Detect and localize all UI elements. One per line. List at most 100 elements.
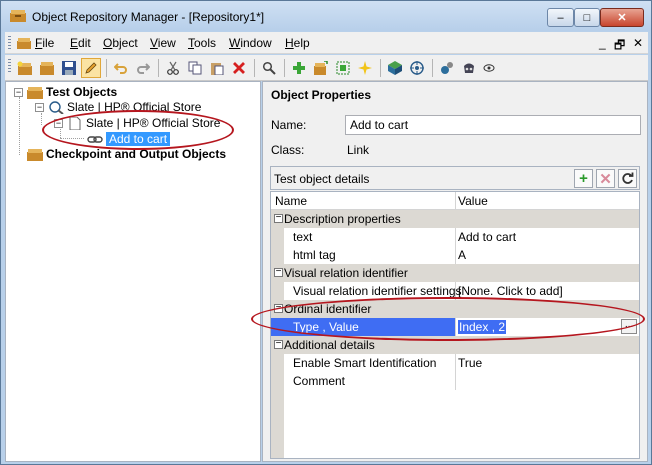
- remove-x-icon: ✕: [599, 170, 612, 188]
- add-objects-icon[interactable]: [289, 58, 309, 78]
- find-icon[interactable]: [259, 58, 279, 78]
- tree-label-browser: Slate | HP® Official Store: [67, 100, 202, 114]
- close-icon: ✕: [617, 12, 627, 24]
- test-object-details-bar: Test object details + ✕: [270, 166, 640, 190]
- refresh-icon: [622, 172, 634, 184]
- minimize-icon: –: [557, 11, 564, 24]
- property-row[interactable]: html tag A: [271, 246, 639, 264]
- tree-label-test-objects: Test Objects: [46, 85, 118, 99]
- mdi-minimize-button[interactable]: _: [599, 36, 606, 50]
- name-input[interactable]: [345, 115, 641, 135]
- mdi-close-button[interactable]: ✕: [633, 36, 643, 50]
- cut-icon[interactable]: [163, 58, 183, 78]
- maintenance-run-icon[interactable]: [437, 58, 457, 78]
- define-object-icon[interactable]: [311, 58, 331, 78]
- plus-icon: +: [579, 170, 588, 187]
- collapse-icon[interactable]: −: [54, 118, 63, 128]
- object-repository-window: Object Repository Manager - [Repository1…: [0, 0, 652, 465]
- close-button[interactable]: ✕: [600, 8, 644, 27]
- toolbar-separator: [106, 59, 107, 77]
- menu-tools[interactable]: Tools: [188, 36, 216, 50]
- category-additional-details[interactable]: − Additional details: [271, 336, 639, 354]
- menu-object[interactable]: Object: [103, 36, 138, 50]
- tree-node-page[interactable]: − Slate | HP® Official Store: [54, 115, 220, 131]
- browser-icon: [49, 100, 64, 114]
- title-bar: Object Repository Manager - [Repository1…: [1, 1, 651, 31]
- column-header-name[interactable]: Name: [271, 192, 456, 210]
- tree-node-test-objects[interactable]: − Test Objects: [14, 84, 117, 100]
- save-icon[interactable]: [59, 58, 79, 78]
- toolbar-separator: [254, 59, 255, 77]
- menu-view[interactable]: View: [150, 36, 176, 50]
- category-description-properties[interactable]: − Description properties: [271, 210, 639, 228]
- tree-label-link: Add to cart: [106, 132, 171, 146]
- object-tree: − Test Objects − Slate | HP® Official St…: [5, 81, 261, 462]
- delete-icon[interactable]: [229, 58, 249, 78]
- menu-file[interactable]: File: [35, 36, 54, 50]
- property-row[interactable]: text Add to cart: [271, 228, 639, 246]
- add-to-local-icon[interactable]: [459, 58, 479, 78]
- repository-icon: [10, 10, 26, 22]
- refresh-button[interactable]: [618, 169, 637, 188]
- edit-pencil-icon[interactable]: [81, 58, 101, 78]
- repository-folder-icon: [27, 86, 43, 99]
- tree-label-page: Slate | HP® Official Store: [86, 116, 221, 130]
- add-property-button[interactable]: +: [574, 169, 593, 188]
- properties-grid: Name Value − Description properties text…: [270, 191, 640, 459]
- undo-icon[interactable]: [111, 58, 131, 78]
- maximize-button[interactable]: □: [574, 8, 600, 27]
- property-row[interactable]: Visual relation identifier settings [Non…: [271, 282, 639, 300]
- minimize-button[interactable]: –: [547, 8, 574, 27]
- property-row[interactable]: Enable Smart Identification True: [271, 354, 639, 372]
- menu-help[interactable]: Help: [285, 36, 310, 50]
- new-icon[interactable]: [15, 58, 35, 78]
- toolbar-separator: [380, 59, 381, 77]
- toolbar-separator: [284, 59, 285, 77]
- menubar-grip[interactable]: [8, 36, 11, 50]
- window-title: Object Repository Manager - [Repository1…: [32, 10, 265, 24]
- checkpoint-folder-icon: [27, 148, 43, 161]
- mdi-restore-button[interactable]: 🗗: [614, 36, 625, 57]
- ellipsis-button[interactable]: ...: [621, 319, 637, 334]
- toolbar-separator: [158, 59, 159, 77]
- target-icon[interactable]: [407, 58, 427, 78]
- collapse-icon[interactable]: −: [35, 102, 44, 112]
- page-icon: [69, 116, 81, 130]
- object-properties-pane: Object Properties Name: Class: Link Test…: [251, 81, 648, 462]
- column-header-value[interactable]: Value: [456, 192, 639, 210]
- class-value: Link: [347, 143, 370, 157]
- ordinal-value[interactable]: Index , 2: [458, 320, 507, 334]
- tree-node-browser[interactable]: − Slate | HP® Official Store: [35, 99, 201, 115]
- redo-icon[interactable]: [133, 58, 153, 78]
- collapse-icon[interactable]: −: [14, 87, 23, 97]
- copy-icon[interactable]: [185, 58, 205, 78]
- tree-node-link[interactable]: Add to cart: [87, 131, 171, 147]
- highlight-icon[interactable]: [355, 58, 375, 78]
- toolbar-separator: [432, 59, 433, 77]
- grid-header-row: Name Value: [271, 192, 639, 210]
- toolbar: [5, 55, 648, 81]
- navigate-learn-icon[interactable]: [333, 58, 353, 78]
- menu-bar: File Edit Object View Tools Window Help …: [5, 32, 648, 54]
- open-icon[interactable]: [37, 58, 57, 78]
- name-label: Name:: [271, 118, 307, 132]
- test-object-details-label: Test object details: [274, 172, 370, 186]
- menu-window[interactable]: Window: [229, 36, 272, 50]
- remove-property-button[interactable]: ✕: [596, 169, 615, 188]
- object-spy-icon[interactable]: [385, 58, 405, 78]
- maximize-icon: □: [583, 11, 591, 24]
- tree-label-checkpoints: Checkpoint and Output Objects: [46, 147, 227, 161]
- menu-edit[interactable]: Edit: [70, 36, 91, 50]
- toggle-view-icon[interactable]: [479, 58, 499, 78]
- property-row[interactable]: Comment: [271, 372, 639, 390]
- paste-icon[interactable]: [207, 58, 227, 78]
- tree-node-checkpoints[interactable]: Checkpoint and Output Objects: [14, 146, 226, 162]
- category-visual-relation-identifier[interactable]: − Visual relation identifier: [271, 264, 639, 282]
- property-row-selected[interactable]: Type , Value Index , 2 ...: [271, 318, 639, 336]
- toolbar-grip[interactable]: [8, 59, 11, 73]
- category-ordinal-identifier[interactable]: − Ordinal identifier: [271, 300, 639, 318]
- link-icon: [87, 135, 103, 143]
- object-properties-title: Object Properties: [271, 88, 372, 102]
- class-label: Class:: [271, 143, 305, 157]
- document-repository-icon[interactable]: [17, 38, 31, 49]
